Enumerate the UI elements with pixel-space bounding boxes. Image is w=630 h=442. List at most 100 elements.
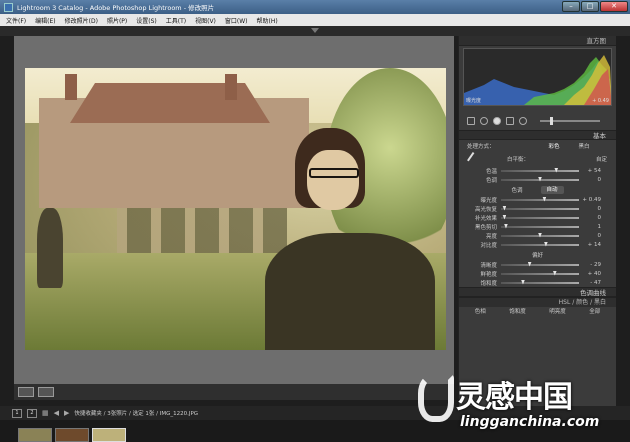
slider-knob[interactable] [502, 205, 507, 211]
slider-knob[interactable] [520, 279, 525, 285]
slider-knob[interactable] [543, 241, 548, 247]
hsl-tab-all[interactable]: 全部 [589, 307, 600, 318]
slider-value[interactable]: 0 [579, 233, 605, 239]
slider-knob[interactable] [527, 261, 532, 267]
slider-row: 对比度 + 14 [459, 240, 616, 249]
slider-knob[interactable] [554, 167, 559, 173]
slider-value[interactable]: + 14 [579, 242, 605, 248]
slider-knob[interactable] [502, 214, 507, 220]
slider-track[interactable] [501, 279, 579, 285]
slider-track[interactable] [501, 205, 579, 211]
primary-window-button[interactable]: 1 [12, 408, 22, 418]
slider-knob[interactable] [538, 176, 542, 182]
menu-view[interactable]: 视图(V) [195, 16, 216, 25]
tone-sliders: 曝光度 + 0.49 高光恢复 0 补光效果 0 黑色剪切 1 亮度 0 对比度 + 14 [459, 195, 616, 249]
menu-photo[interactable]: 照片(P) [107, 16, 127, 25]
filmstrip-thumb[interactable] [55, 428, 89, 442]
slider-label: 色调 [485, 177, 497, 184]
slider-track[interactable] [501, 232, 579, 238]
slider-label: 清晰度 [480, 262, 497, 269]
slider-track[interactable] [501, 223, 579, 229]
slider-track[interactable] [501, 214, 579, 220]
slider-value[interactable]: 0 [579, 177, 605, 183]
basic-header[interactable]: 基本 [459, 130, 616, 140]
filmstrip-thumb[interactable] [18, 428, 52, 442]
treatment-label: 处理方式： [467, 144, 495, 150]
white-balance-row: 白平衡： 自定 [459, 152, 616, 166]
slider-track[interactable] [501, 241, 579, 247]
red-eye-tool-icon[interactable] [493, 117, 501, 125]
slider-row: 色调 0 [459, 175, 616, 184]
presence-label: 偏好 [531, 252, 543, 259]
eyedropper-icon[interactable] [467, 152, 481, 166]
slider-value[interactable]: 0 [579, 206, 605, 212]
slider-value[interactable]: + 0.49 [579, 197, 605, 203]
hsl-header[interactable]: HSL / 颜色 / 黑白 [459, 297, 616, 307]
white-balance-label: 白平衡： [507, 157, 530, 163]
grid-icon[interactable]: ▦ [42, 409, 49, 417]
presence-sliders: 清晰度 - 29 鲜艳度 + 40 饱和度 - 47 [459, 260, 616, 287]
slider-knob[interactable] [542, 196, 547, 202]
slider-row: 曝光度 + 0.49 [459, 195, 616, 204]
collapse-arrow-icon[interactable] [311, 28, 319, 33]
menu-develop[interactable]: 修改照片(D) [65, 16, 98, 25]
filmstrip-thumb[interactable] [92, 428, 126, 442]
before-after-button[interactable] [38, 387, 54, 397]
slider-track[interactable] [501, 176, 579, 182]
hsl-tab-hue[interactable]: 色相 [475, 307, 486, 318]
forward-arrow-icon[interactable]: ▶ [64, 409, 69, 417]
slider-row: 饱和度 - 47 [459, 278, 616, 287]
hsl-tab-luminance[interactable]: 明亮度 [549, 307, 566, 318]
white-balance-select[interactable]: 自定 [557, 155, 607, 163]
slider-knob[interactable] [538, 232, 542, 238]
tool-slider[interactable] [540, 117, 600, 125]
treatment-bw-option[interactable]: 黑白 [569, 142, 599, 150]
menu-tools[interactable]: 工具(T) [166, 16, 186, 25]
crop-tool-icon[interactable] [467, 117, 475, 125]
slider-value[interactable]: + 54 [579, 168, 605, 174]
slider-knob[interactable] [503, 223, 508, 229]
slider-knob[interactable] [552, 270, 557, 276]
menu-file[interactable]: 文件(F) [6, 16, 26, 25]
auto-tone-button[interactable]: 自动 [540, 185, 564, 194]
back-arrow-icon[interactable]: ◀ [54, 409, 59, 417]
slider-row: 清晰度 - 29 [459, 260, 616, 269]
slider-value[interactable]: + 40 [579, 271, 605, 277]
slider-track[interactable] [501, 270, 579, 276]
menu-help[interactable]: 帮助(H) [257, 16, 278, 25]
tone-curve-header[interactable]: 色调曲线 [459, 287, 616, 297]
treatment-color-option[interactable]: 彩色 [539, 142, 569, 150]
slider-value[interactable]: 0 [579, 215, 605, 221]
presence-header: 偏好 [459, 249, 616, 260]
minimize-button[interactable]: – [562, 1, 580, 12]
loupe-view-button[interactable] [18, 387, 34, 397]
spot-removal-tool-icon[interactable] [480, 117, 488, 125]
app-logo-icon [4, 2, 13, 12]
menu-edit[interactable]: 编辑(E) [35, 16, 55, 25]
tool-strip [463, 114, 612, 128]
histogram-value: + 0.49 [592, 98, 609, 104]
slider-track[interactable] [501, 196, 579, 202]
slider-value[interactable]: 1 [579, 224, 605, 230]
photo-preview [25, 68, 446, 350]
histogram-label: 曝光度 [466, 98, 482, 104]
tone-label: 色调 [511, 187, 523, 194]
slider-label: 对比度 [480, 242, 497, 249]
maximize-button[interactable]: □ [581, 1, 599, 12]
hsl-tab-saturation[interactable]: 饱和度 [509, 307, 526, 318]
slider-track[interactable] [501, 167, 579, 173]
histogram-graph [464, 55, 611, 105]
menu-bar: 文件(F) 编辑(E) 修改照片(D) 照片(P) 设置(S) 工具(T) 视图… [0, 14, 630, 26]
secondary-window-button[interactable]: 2 [27, 408, 37, 418]
slider-value[interactable]: - 47 [579, 280, 605, 286]
close-button[interactable]: ✕ [600, 1, 628, 12]
slider-value[interactable]: - 29 [579, 262, 605, 268]
graduated-filter-tool-icon[interactable] [506, 117, 514, 125]
slider-track[interactable] [501, 261, 579, 267]
slider-label: 亮度 [485, 233, 497, 240]
histogram-header[interactable]: 直方图 [459, 36, 616, 46]
menu-settings[interactable]: 设置(S) [136, 16, 157, 25]
menu-window[interactable]: 窗口(W) [225, 16, 248, 25]
top-panel-toggle-strip[interactable] [0, 26, 630, 36]
adjustment-brush-icon[interactable] [519, 117, 527, 125]
